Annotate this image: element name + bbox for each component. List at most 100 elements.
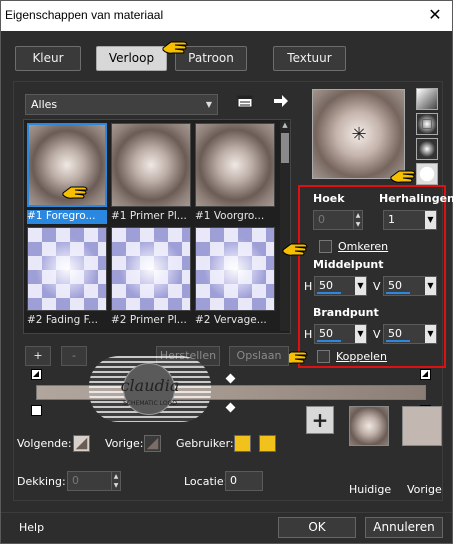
remove-stop-button[interactable]: -: [61, 346, 87, 366]
center-crosshair-icon[interactable]: ✳: [349, 125, 369, 145]
value-bar: [386, 340, 410, 342]
color-stop-left[interactable]: [31, 405, 42, 416]
herhalingen-value: 1: [388, 213, 395, 226]
pointing-hand-icon: [390, 170, 416, 183]
volgende-label: Volgende:: [17, 437, 72, 450]
opslaan-button[interactable]: Opslaan: [229, 346, 289, 366]
arrow-right-icon[interactable]: [273, 94, 289, 108]
value-bar: [317, 340, 341, 342]
value-bar: [386, 292, 410, 294]
gebruiker-swatch-1[interactable]: [234, 435, 251, 452]
middelpunt-h-label: H: [304, 280, 313, 293]
opacity-stop-right[interactable]: [420, 369, 431, 380]
window-title: Eigenschappen van materiaal: [5, 8, 164, 22]
gradient-library: #1 Foregro... #1 Primer Pl... #1 Voorgro…: [23, 119, 291, 334]
chevron-down-icon[interactable]: ▼: [355, 277, 366, 295]
gradient-preview: [27, 227, 107, 311]
vorige-preview-label: Vorige: [407, 483, 442, 496]
gradient-thumb-3[interactable]: #1 Voorgro...: [195, 123, 275, 222]
middelpunt-h-spinner[interactable]: 50 ▼: [314, 276, 367, 296]
edit-gradient-icon[interactable]: [237, 94, 253, 108]
middelpunt-v-spinner[interactable]: 50 ▼: [383, 276, 437, 296]
chevron-down-icon: ▼: [205, 100, 212, 109]
gradient-caption: #1 Foregro...: [27, 210, 107, 224]
gradient-thumb-5[interactable]: #2 Primer Pl...: [111, 227, 191, 326]
omkeren-checkbox[interactable]: [319, 240, 332, 253]
rectangular-style-icon[interactable]: [416, 113, 438, 135]
close-button[interactable]: ✕: [426, 7, 444, 25]
ok-button[interactable]: OK: [278, 517, 356, 538]
koppelen-label: Koppelen: [336, 350, 387, 363]
tab-verloop[interactable]: Verloop: [96, 46, 167, 71]
hoek-label: Hoek: [313, 192, 345, 205]
gradient-thumb-6[interactable]: #2 Vervage...: [195, 227, 275, 326]
sunburst-style-icon[interactable]: [416, 138, 438, 160]
title-bar: Eigenschappen van materiaal ✕: [1, 1, 452, 31]
gradient-caption: #1 Voorgro...: [195, 210, 265, 222]
hoek-value: 0: [318, 213, 325, 226]
radial-style-icon[interactable]: [416, 163, 438, 185]
brandpunt-h-label: H: [304, 328, 313, 341]
help-link[interactable]: Help: [19, 521, 44, 534]
brandpunt-h-spinner[interactable]: 50 ▼: [314, 324, 367, 344]
scroll-up-icon[interactable]: ▲: [280, 121, 290, 131]
library-scrollbar[interactable]: ▲: [280, 121, 290, 331]
annuleren-button[interactable]: Annuleren: [365, 517, 443, 538]
dekking-spinner[interactable]: 0 ▲ ▼: [67, 471, 121, 491]
opacity-stop-left[interactable]: [31, 369, 42, 380]
tab-kleur[interactable]: Kleur: [15, 46, 81, 71]
category-dropdown[interactable]: Alles ▼: [25, 94, 218, 115]
value-bar: [317, 292, 341, 294]
pointing-hand-icon: [282, 243, 308, 256]
middelpunt-label: Middelpunt: [313, 258, 384, 271]
locatie-input[interactable]: 0: [225, 471, 263, 491]
chevron-down-icon[interactable]: ▼: [425, 211, 436, 229]
gradient-caption: #2 Primer Pl...: [111, 314, 187, 326]
material-properties-dialog: Eigenschappen van materiaal ✕ Kleur Verl…: [0, 0, 453, 544]
spinner-arrows-icon[interactable]: ▲ ▼: [111, 472, 120, 490]
dekking-value: 0: [72, 474, 79, 487]
gradient-caption: #1 Primer Pl...: [111, 210, 187, 222]
herhalingen-label: Herhalingen: [379, 192, 453, 205]
brandpunt-label: Brandpunt: [313, 306, 379, 319]
brandpunt-v-value: 50: [388, 327, 402, 340]
vorige-preview[interactable]: [402, 406, 442, 446]
brandpunt-v-spinner[interactable]: 50 ▼: [383, 324, 437, 344]
dekking-label: Dekking:: [17, 475, 66, 488]
chevron-down-icon[interactable]: ▼: [425, 277, 436, 295]
vorige-label: Vorige:: [105, 437, 144, 450]
chevron-down-icon[interactable]: ▼: [425, 325, 436, 343]
herhalingen-spinner[interactable]: 1 ▼: [383, 210, 437, 230]
locatie-value: 0: [230, 474, 237, 487]
gradient-preview: [111, 123, 191, 207]
gebruiker-label: Gebruiker:: [176, 437, 234, 450]
middelpunt-h-value: 50: [319, 279, 333, 292]
hoek-spinner[interactable]: 0 ▲ ▼: [313, 210, 363, 230]
gradient-preview-large[interactable]: ✳: [312, 89, 405, 179]
scrollbar-thumb[interactable]: [281, 133, 289, 163]
gradient-preview: [195, 123, 275, 207]
add-stop-button[interactable]: +: [25, 346, 51, 366]
watermark-logo: claudia SCHEMATIC LOGO: [89, 356, 211, 422]
watermark-subtext: SCHEMATIC LOGO: [123, 400, 177, 407]
middelpunt-v-label: V: [373, 280, 381, 293]
vorige-swatch-small[interactable]: [144, 435, 161, 452]
pointing-hand-icon: [162, 41, 188, 54]
middelpunt-v-value: 50: [388, 279, 402, 292]
gradient-caption: #2 Vervage...: [195, 314, 267, 326]
locatie-label: Locatie:: [184, 475, 228, 488]
gebruiker-swatch-2[interactable]: [259, 435, 276, 452]
gradient-thumb-2[interactable]: #1 Primer Pl...: [111, 123, 191, 222]
gradient-preview: [111, 227, 191, 311]
linear-style-icon[interactable]: [416, 88, 438, 110]
add-to-swatches-button[interactable]: +: [306, 406, 334, 434]
pointing-hand-icon: [62, 186, 88, 199]
koppelen-checkbox[interactable]: [317, 350, 330, 363]
volgende-swatch[interactable]: [73, 435, 90, 452]
huidige-label: Huidige: [349, 483, 392, 496]
huidige-preview[interactable]: [349, 406, 389, 446]
gradient-thumb-4[interactable]: #2 Fading F...: [27, 227, 107, 326]
chevron-down-icon[interactable]: ▼: [355, 325, 366, 343]
spinner-arrows-icon[interactable]: ▲ ▼: [353, 211, 362, 229]
tab-textuur[interactable]: Textuur: [273, 46, 346, 71]
